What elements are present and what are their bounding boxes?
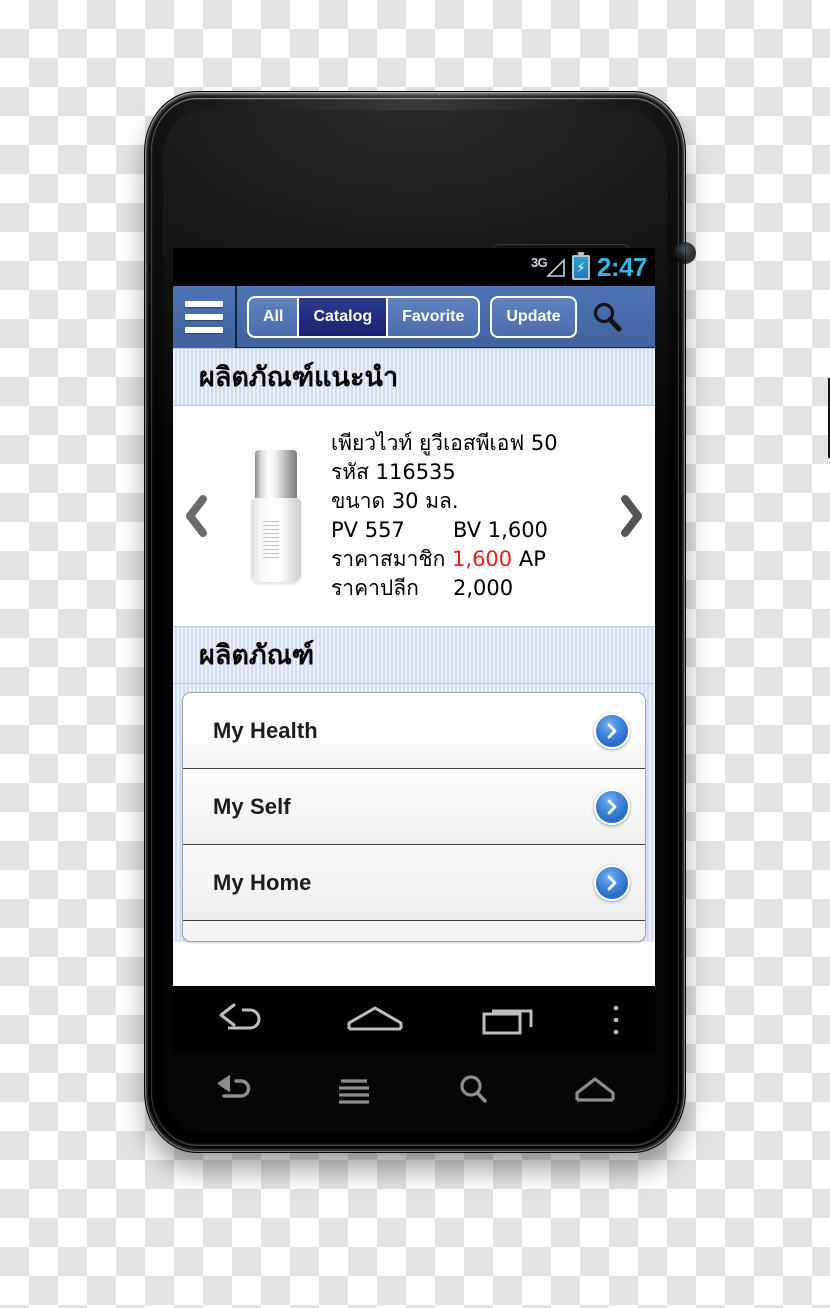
product-size: ขนาด 30 มล. — [331, 489, 459, 514]
tab-segmented-control: All Catalog Favorite Update — [247, 295, 577, 338]
capacitive-key-row — [173, 1053, 655, 1127]
list-item[interactable] — [183, 921, 645, 941]
status-bar-clock: 2:47 — [596, 252, 648, 282]
list-item[interactable]: My Home — [183, 845, 645, 921]
chevron-right-circle-icon[interactable] — [594, 864, 630, 901]
catalog-list: My Health My Self My Home — [182, 692, 646, 942]
product-member-price: ราคาสมาชิก 1,600 AP — [331, 545, 601, 574]
front-camera-icon — [674, 242, 696, 264]
member-price-unit: AP — [518, 546, 546, 571]
retail-price-value: 2,000 — [453, 575, 514, 600]
list-item[interactable]: My Self — [183, 769, 645, 845]
update-button[interactable]: Update — [490, 295, 577, 338]
featured-product-carousel: เพียวไวท์ ยูวีเอสพีเอฟ 50 รหัส 116535 ขน… — [173, 406, 655, 626]
back-arrow-icon[interactable] — [178, 1064, 288, 1116]
phone-screen: 3G ⚡ 2:47 All Catalog Favorite Update ผล… — [173, 248, 655, 986]
battery-charging-icon: ⚡ — [571, 251, 590, 280]
chevron-right-circle-icon[interactable] — [594, 788, 630, 825]
overflow-menu-icon[interactable] — [589, 986, 643, 1053]
tab-favorite[interactable]: Favorite — [387, 295, 481, 338]
bottle-graphic — [247, 450, 305, 582]
android-status-bar: 3G ⚡ 2:47 — [173, 248, 655, 286]
search-icon[interactable] — [419, 1064, 529, 1116]
bottle-label-text — [263, 518, 279, 558]
product-bottle-image[interactable] — [221, 450, 331, 582]
list-item-label: My Health — [213, 717, 318, 743]
app-top-bar: All Catalog Favorite Update — [173, 285, 655, 348]
home-icon[interactable] — [320, 986, 430, 1053]
retail-price-label: ราคาปลีก — [331, 575, 419, 600]
tab-catalog[interactable]: Catalog — [298, 295, 388, 338]
featured-section-title: ผลิตภัณฑ์แนะนำ — [199, 361, 399, 393]
product-retail-price: ราคาปลีก 2,000 — [331, 574, 601, 603]
tab-all[interactable]: All — [247, 295, 299, 338]
menu-lines-icon[interactable] — [299, 1064, 409, 1116]
chevron-right-circle-icon[interactable] — [594, 712, 630, 749]
recent-apps-icon[interactable] — [454, 986, 564, 1053]
chevron-right-icon[interactable] — [607, 493, 655, 539]
list-item[interactable]: My Health — [183, 693, 645, 769]
signal-strength-icon: 3G — [531, 255, 565, 279]
home-icon[interactable] — [540, 1064, 650, 1116]
product-code: รหัส 116535 — [331, 460, 456, 485]
member-price-value: 1,600 — [452, 546, 513, 571]
product-details: เพียวไวท์ ยูวีเอสพีเอฟ 50 รหัส 116535 ขน… — [331, 429, 607, 603]
product-bv: BV 1,600 — [453, 518, 548, 542]
featured-section-header: ผลิตภัณฑ์แนะนำ — [173, 348, 655, 406]
catalog-section-title: ผลิตภัณฑ์ — [199, 639, 315, 671]
product-pv: PV 557 — [331, 518, 405, 542]
list-item-label: My Self — [213, 793, 291, 819]
product-points: PV 557 BV 1,600 — [331, 516, 601, 545]
member-price-label: ราคาสมาชิก — [331, 546, 446, 571]
hamburger-menu-icon[interactable] — [173, 285, 237, 348]
list-item-label: My Home — [213, 869, 312, 895]
catalog-list-container: My Health My Self My Home — [173, 684, 655, 942]
catalog-section-header: ผลิตภัณฑ์ — [173, 626, 655, 684]
product-name: เพียวไวท์ ยูวีเอสพีเอฟ 50 — [331, 431, 558, 456]
search-icon[interactable] — [586, 295, 628, 339]
page-background: 3G ⚡ 2:47 All Catalog Favorite Update ผล… — [0, 0, 830, 1308]
bottle-cap — [255, 450, 297, 502]
android-navigation-bar — [173, 986, 655, 1053]
chevron-left-icon[interactable] — [173, 493, 221, 539]
back-arrow-icon[interactable] — [185, 986, 295, 1053]
